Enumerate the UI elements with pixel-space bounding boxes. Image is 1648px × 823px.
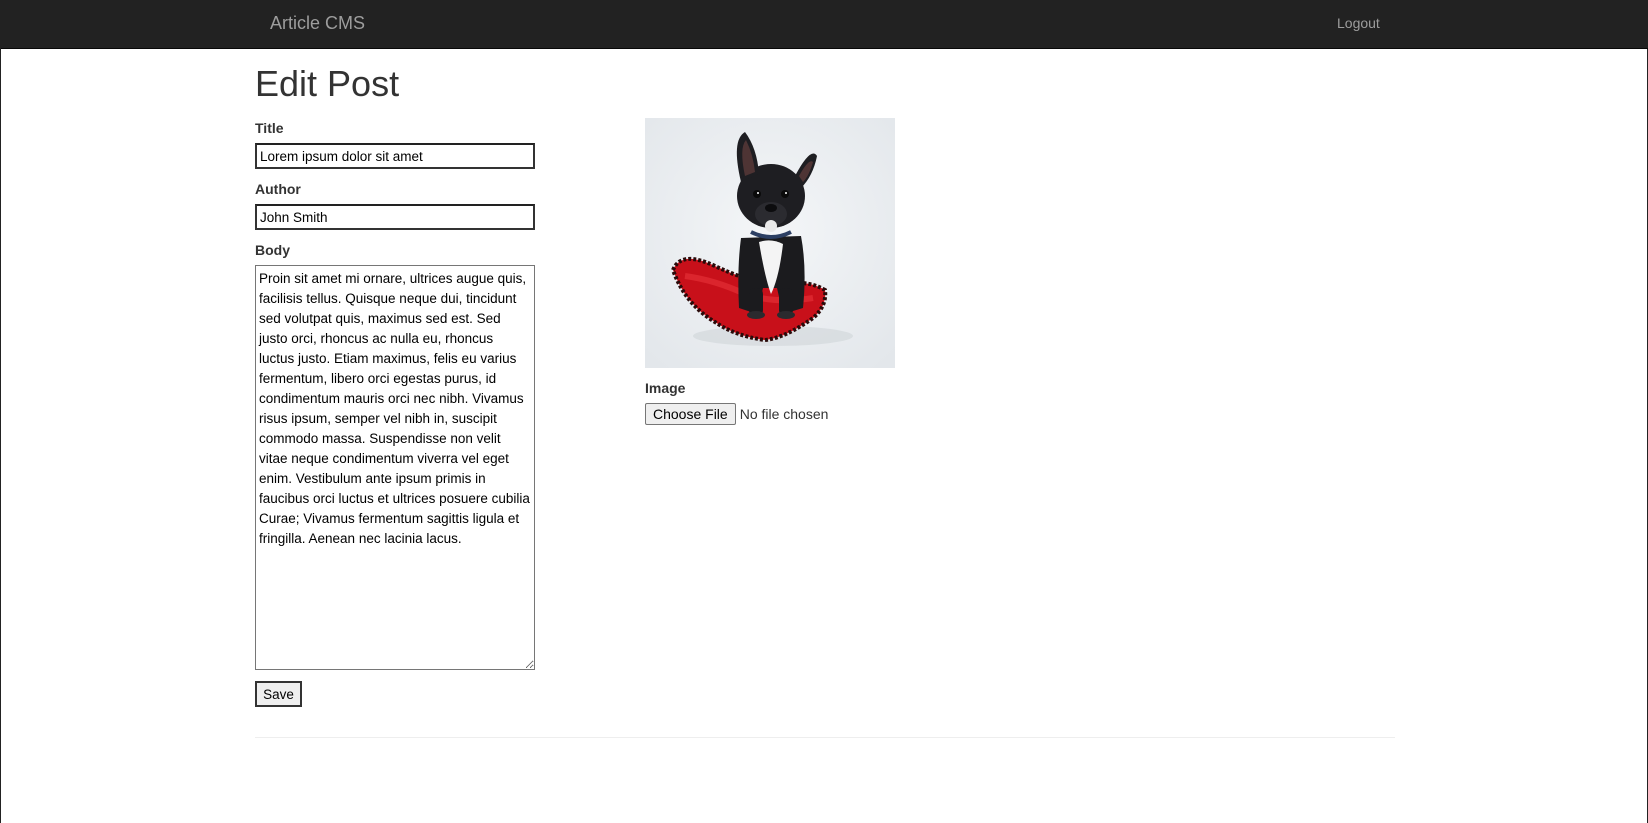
body-label: Body bbox=[255, 242, 290, 258]
file-input[interactable]: Choose File No file chosen bbox=[645, 403, 828, 425]
page-title: Edit Post bbox=[255, 63, 400, 104]
top-navbar: Article CMS Logout bbox=[1, 0, 1648, 49]
author-input[interactable] bbox=[255, 204, 535, 230]
save-button[interactable]: Save bbox=[255, 681, 302, 707]
body-textarea[interactable]: Proin sit amet mi ornare, ultrices augue… bbox=[255, 265, 535, 670]
post-image bbox=[645, 118, 895, 368]
title-label: Title bbox=[255, 120, 284, 136]
logout-link[interactable]: Logout bbox=[1337, 15, 1380, 31]
dog-photo bbox=[645, 118, 895, 368]
author-label: Author bbox=[255, 181, 301, 197]
image-label: Image bbox=[645, 380, 686, 396]
title-input[interactable] bbox=[255, 143, 535, 169]
footer-divider bbox=[255, 737, 1395, 738]
file-status-text: No file chosen bbox=[739, 406, 829, 422]
choose-file-button[interactable]: Choose File bbox=[645, 403, 736, 425]
brand-link[interactable]: Article CMS bbox=[270, 13, 365, 34]
